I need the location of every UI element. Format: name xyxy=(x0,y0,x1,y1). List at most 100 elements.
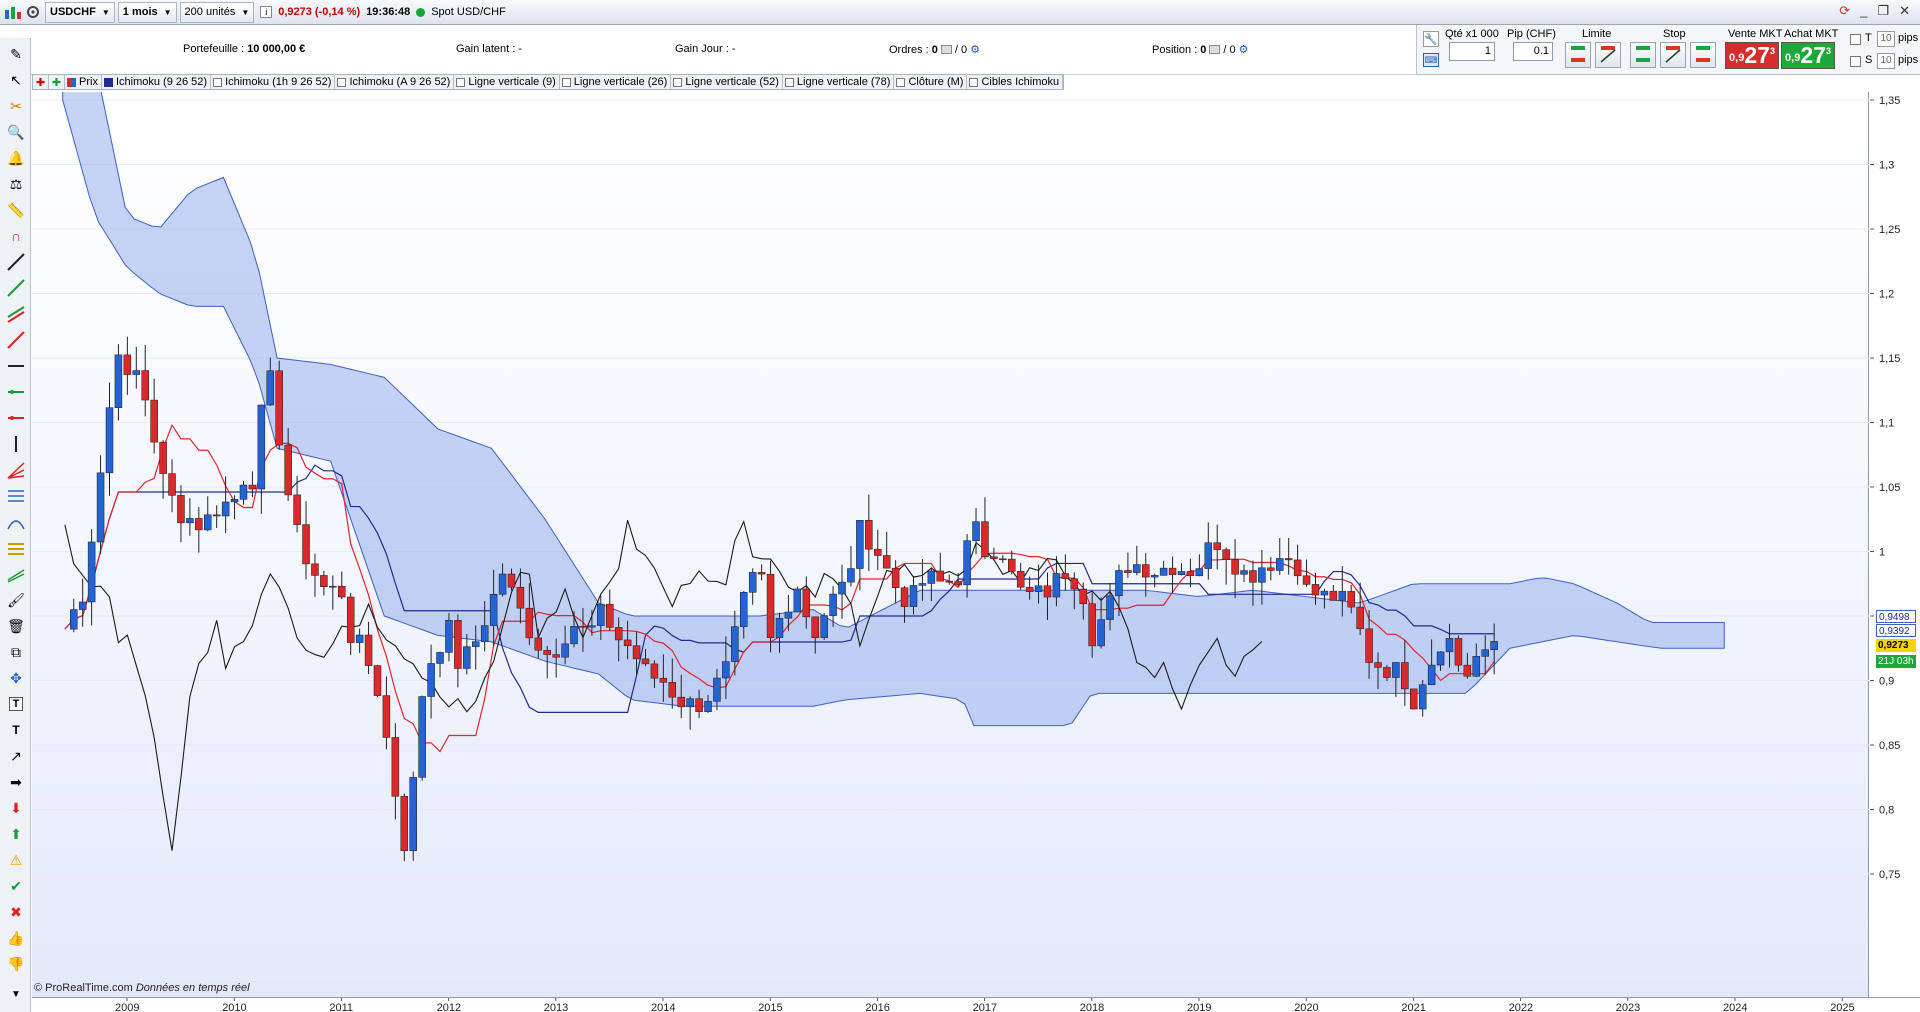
tp-pips-input[interactable]: 10 xyxy=(1877,31,1895,47)
move-icon[interactable]: ✥ xyxy=(6,668,26,688)
candle-body xyxy=(874,548,882,556)
chart-app-icon[interactable] xyxy=(2,1,24,23)
order-panel: 🔧 ⌨ Qté x1 000 1 Pip (CHF) 0.1 Limite St… xyxy=(1416,25,1920,75)
trash-icon[interactable]: 🗑 xyxy=(6,616,26,636)
levels-icon[interactable] xyxy=(6,538,26,558)
text-icon[interactable]: T xyxy=(6,694,26,714)
x-tick-label: 2019 xyxy=(1187,1002,1211,1012)
add-overlay-icon[interactable]: ✚ xyxy=(49,75,65,89)
take-profit-checkbox[interactable] xyxy=(1850,34,1861,45)
text-alt-icon[interactable]: T xyxy=(6,720,26,740)
green-line-icon[interactable] xyxy=(6,278,26,298)
pointer-icon[interactable]: ↖ xyxy=(6,70,26,90)
legend-item[interactable]: Cibles Ichimoku xyxy=(967,75,1064,89)
stop-buy-button[interactable] xyxy=(1630,42,1656,68)
scale-icon[interactable]: ⚖ xyxy=(6,174,26,194)
close-icon[interactable]: ✕ xyxy=(1899,3,1910,19)
legend-item[interactable]: Clôture (M) xyxy=(894,75,968,89)
arc-icon[interactable] xyxy=(6,512,26,532)
period-selector[interactable]: 1 mois ▼ xyxy=(117,1,177,23)
candle-body xyxy=(221,501,230,517)
time-axis[interactable]: 2009 2010 2011 2012 2013 2014 2015 2016 2017 2018… xyxy=(32,997,1920,1012)
qty-input[interactable]: 1 xyxy=(1449,42,1495,61)
price-axis[interactable]: 1,351,31,251,21,151,11,0510,950,90,850,8… xyxy=(1870,92,1920,997)
horizontal-line-icon[interactable] xyxy=(6,356,26,376)
info-icon[interactable]: i xyxy=(260,6,273,18)
sell-market-button[interactable]: 0,9 27 3 xyxy=(1725,42,1779,69)
stop-loss-checkbox[interactable] xyxy=(1850,56,1861,67)
fan-icon[interactable] xyxy=(6,460,26,480)
warning-icon[interactable]: ⚠ xyxy=(6,850,26,870)
arrow-up-icon[interactable]: ⬆ xyxy=(6,824,26,844)
legend-item[interactable]: Ichimoku (9 26 52) xyxy=(102,75,212,89)
candle-body xyxy=(1463,664,1472,677)
limit-sell-button[interactable] xyxy=(1595,42,1621,68)
symbol-selector[interactable]: USDCHF ▼ xyxy=(45,1,115,23)
stop-sell-button[interactable] xyxy=(1660,42,1686,68)
orders-list-icon[interactable] xyxy=(940,45,952,54)
refresh-icon[interactable]: ⟳ xyxy=(1839,3,1850,19)
candle-body xyxy=(1240,570,1248,575)
more-tools-icon[interactable]: ▼ xyxy=(6,984,26,1004)
candle-body xyxy=(838,581,846,595)
wrench-icon[interactable]: 🔧 xyxy=(1423,31,1439,47)
minimize-icon[interactable]: _ xyxy=(1860,3,1867,19)
units-selector[interactable]: 200 unités ▼ xyxy=(179,1,255,23)
candle-body xyxy=(1320,590,1329,596)
limit-buy-button[interactable] xyxy=(1565,42,1591,68)
restore-icon[interactable]: ❐ xyxy=(1877,3,1889,19)
legend-item[interactable]: Ligne verticale (52) xyxy=(671,75,783,89)
legend-item[interactable]: Ligne verticale (9) xyxy=(454,75,560,89)
candle-body xyxy=(882,555,891,569)
check-icon[interactable]: ✔ xyxy=(6,876,26,896)
candle-body xyxy=(1311,584,1320,596)
pip-input[interactable]: 0.1 xyxy=(1513,42,1553,61)
arrow-down-icon[interactable]: ⬇ xyxy=(6,798,26,818)
thumbs-down-icon[interactable]: 👎 xyxy=(6,954,26,974)
candle-body xyxy=(239,484,248,500)
red-horizontal-icon[interactable] xyxy=(6,408,26,428)
buy-market-button[interactable]: 0,9 27 3 xyxy=(1781,42,1835,69)
x-tick-label: 2017 xyxy=(973,1002,997,1012)
legend-item[interactable]: Ichimoku (A 9 26 52) xyxy=(335,75,455,89)
legend-item[interactable]: Ligne verticale (78) xyxy=(783,75,895,89)
trendline-icon[interactable] xyxy=(6,252,26,272)
legend-item[interactable]: Ligne verticale (26) xyxy=(560,75,672,89)
pen-icon[interactable]: ✎ xyxy=(6,44,26,64)
vertical-line-icon[interactable] xyxy=(6,434,26,454)
stop-extra-button[interactable] xyxy=(1690,42,1716,68)
ordres[interactable]: Ordres :0/ 0 ⚙ xyxy=(889,43,980,57)
price-tag: 0,9392 xyxy=(1876,623,1916,637)
red-line-icon[interactable] xyxy=(6,330,26,350)
pitchfork-icon[interactable] xyxy=(6,564,26,584)
candle-body xyxy=(516,586,525,609)
fibonacci-icon[interactable] xyxy=(6,486,26,506)
cross-icon[interactable]: ✖ xyxy=(6,902,26,922)
gear-icon[interactable]: ⚙ xyxy=(970,43,980,56)
brush-icon[interactable]: 🖌 xyxy=(6,590,26,610)
position[interactable]: Position :0/ 0 ⚙ xyxy=(1152,43,1249,57)
arrow-diagonal-icon[interactable]: ↗ xyxy=(6,746,26,766)
legend-item[interactable]: Prix xyxy=(65,75,102,89)
price-chart[interactable] xyxy=(32,92,1869,997)
green-horizontal-icon[interactable] xyxy=(6,382,26,402)
add-indicator-icon[interactable]: ✚ xyxy=(33,75,49,89)
candle-body xyxy=(1276,558,1284,571)
zoom-icon[interactable]: 🔍 xyxy=(6,122,26,142)
arrow-right-icon[interactable]: ➡ xyxy=(6,772,26,792)
candle-body xyxy=(150,399,158,443)
copy-icon[interactable]: ⧉ xyxy=(6,642,26,662)
magnet-icon[interactable]: ∩ xyxy=(6,226,26,246)
positions-list-icon[interactable] xyxy=(1209,45,1221,54)
gear-icon[interactable]: ⚙ xyxy=(1239,43,1249,56)
legend-item[interactable]: Ichimoku (1h 9 26 52) xyxy=(211,75,336,89)
channel-icon[interactable] xyxy=(6,304,26,324)
sl-pips-input[interactable]: 10 xyxy=(1877,53,1895,69)
ruler-icon[interactable]: 📏 xyxy=(6,200,26,220)
chart-canvas[interactable] xyxy=(32,92,1869,997)
scissors-icon[interactable]: ✂ xyxy=(6,96,26,116)
thumbs-up-icon[interactable]: 👍 xyxy=(6,928,26,948)
settings-icon[interactable] xyxy=(24,1,42,23)
keyboard-icon[interactable]: ⌨ xyxy=(1423,53,1439,67)
bell-icon[interactable]: 🔔 xyxy=(6,148,26,168)
